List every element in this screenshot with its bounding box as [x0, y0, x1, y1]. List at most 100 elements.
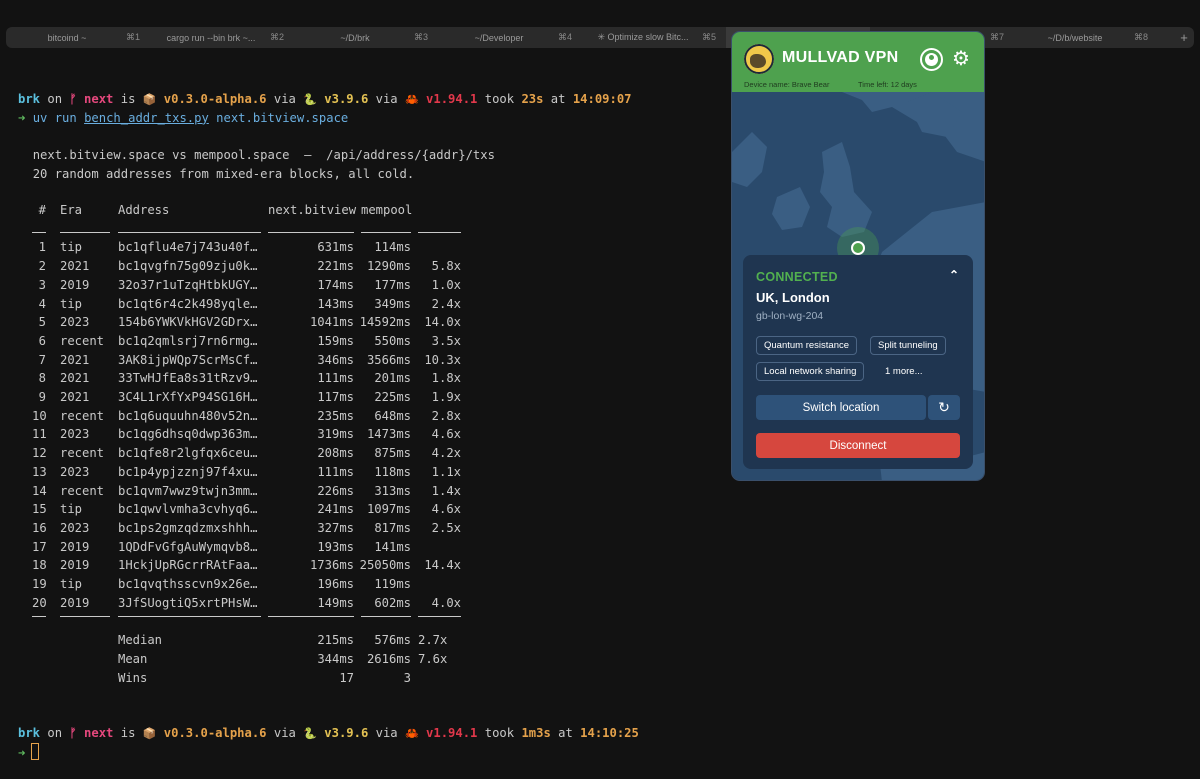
output-description: 20 random addresses from mixed-era block…	[18, 165, 632, 184]
device-name: Device name: Brave Bear	[744, 80, 830, 89]
row-era: tip	[60, 577, 83, 591]
row-address: bc1qwvlvmha3cvhyq6…	[118, 502, 258, 517]
prompt-text: took	[477, 726, 522, 740]
row-era: 2019	[60, 277, 90, 292]
row-address: 3JfSUogtiQ5xrtPHsW…	[118, 595, 258, 610]
row-num: 10	[32, 408, 47, 423]
more-features-link[interactable]: 1 more...	[885, 366, 923, 377]
row-num: 20	[32, 595, 47, 610]
row-mempool: 817ms	[374, 520, 411, 535]
row-address: 1QDdFvGfgAuWymqvb8…	[118, 539, 258, 554]
feature-chip-split-tunneling[interactable]: Split tunneling	[870, 336, 946, 355]
tab-label: ~/D/brk	[340, 32, 370, 43]
row-speedup: 1.1x	[431, 464, 461, 479]
table-row: 16 2023 bc1ps2gmzqdzmxshhh… 327ms 817ms 2.5x	[32, 521, 472, 540]
row-speedup: 1.4x	[431, 483, 461, 498]
tab-5[interactable]: ✳ Optimize slow Bitc... ⌘5	[582, 27, 726, 48]
table-row: 17 2019 1QDdFvGfgAuWymqvb8… 193ms 141ms	[32, 540, 472, 559]
input-line[interactable]: ➜	[18, 742, 639, 762]
row-num: 12	[32, 446, 47, 461]
row-num: 17	[32, 539, 47, 554]
header-num: #	[38, 203, 46, 217]
row-speedup: 4.6x	[431, 502, 461, 517]
row-era: 2023	[60, 520, 90, 535]
table-row: 2 2021 bc1qvgfn75g09zju0k… 221ms 1290ms 5.8x	[32, 259, 472, 278]
row-address: bc1qvgfn75g09zju0k…	[118, 259, 258, 274]
prompt-branch: next	[84, 92, 114, 106]
tab-3[interactable]: ~/D/brk ⌘3	[294, 27, 438, 48]
row-address: bc1qvm7wwz9twjn3mm…	[118, 483, 258, 498]
row-mempool: 1097ms	[366, 502, 411, 517]
summary-mempool: 576ms	[374, 633, 411, 648]
gear-icon[interactable]: ⚙	[952, 46, 970, 71]
row-num: 2	[38, 259, 46, 274]
mullvad-vpn-window: MULLVAD VPN ⚙ Device name: Brave Bear Ti…	[731, 31, 985, 481]
row-address: 3C4L1rXfYxP94SG16H…	[118, 390, 258, 404]
row-mempool: 875ms	[374, 446, 411, 461]
row-speedup: 4.0x	[431, 595, 461, 610]
prompt-branch: next	[84, 726, 114, 740]
tab-8[interactable]: ~/D/b/website ⌘8	[1014, 27, 1158, 48]
row-num: 9	[38, 390, 46, 404]
header-era: Era	[60, 203, 83, 217]
chevron-up-icon[interactable]: ⌃	[949, 268, 959, 282]
row-mempool: 313ms	[374, 483, 411, 498]
disconnect-button[interactable]: Disconnect	[756, 433, 960, 458]
row-era: 2021	[60, 390, 90, 404]
tab-label: cargo run --bin brk ~...	[166, 32, 256, 43]
row-mempool: 201ms	[374, 371, 411, 386]
row-mempool: 177ms	[374, 277, 411, 292]
row-speedup: 5.8x	[431, 259, 461, 274]
row-next-bitview: 221ms	[317, 259, 354, 274]
summary-next-bitview: 215ms	[317, 633, 354, 648]
tab-shortcut: ⌘3	[413, 32, 428, 42]
row-next-bitview: 159ms	[317, 333, 354, 348]
row-era: recent	[60, 446, 105, 461]
location-marker-icon	[851, 241, 865, 255]
prompt-text: via	[368, 726, 405, 740]
tab-shortcut: ⌘8	[1133, 32, 1148, 42]
feature-chip-quantum[interactable]: Quantum resistance	[756, 336, 858, 355]
command-name: uv	[32, 110, 48, 125]
row-address: bc1qg6dhsq0dwp363m…	[118, 427, 258, 442]
prompt-time: 14:09:07	[572, 92, 632, 106]
prompt-time: 14:10:25	[580, 726, 639, 740]
tab-1[interactable]: bitcoind ~ ⌘1	[6, 27, 150, 48]
table-row: 6 recent bc1q2qmlsrj7rn6rmg… 159ms 550ms 3.5x	[32, 334, 472, 353]
reconnect-button[interactable]: ↻	[928, 395, 960, 420]
connection-panel: CONNECTED ⌃ UK, London gb-lon-wg-204 Qua…	[743, 255, 973, 469]
server-name: gb-lon-wg-204	[756, 310, 824, 322]
row-next-bitview: 196ms	[317, 577, 354, 591]
command-script-link[interactable]: bench_addr_txs.py	[84, 111, 209, 125]
row-mempool: 118ms	[374, 464, 411, 479]
row-speedup: 4.6x	[431, 427, 461, 442]
row-speedup: 1.8x	[431, 371, 461, 386]
feature-chip-local-network[interactable]: Local network sharing	[756, 362, 865, 381]
tab-2[interactable]: cargo run --bin brk ~... ⌘2	[150, 27, 294, 48]
table-row: 15 tip bc1qwvlvmha3cvhyq6… 241ms 1097ms 4.6x	[32, 502, 472, 521]
row-mempool: 648ms	[374, 408, 411, 423]
tab-4[interactable]: ~/Developer ⌘4	[438, 27, 582, 48]
row-address: bc1p4ypjzznj97f4xu…	[118, 464, 258, 479]
header-mempool: mempool	[361, 203, 413, 217]
row-mempool: 3566ms	[366, 352, 411, 367]
row-address: bc1q6uquuhn480v52n…	[118, 408, 258, 423]
table-rule	[361, 616, 411, 618]
terminal-output: brk on ᚠ next is 📦 v0.3.0-alpha.6 via 🐍 …	[18, 90, 632, 183]
table-row: 13 2023 bc1p4ypjzznj97f4xu… 111ms 118ms 1.1x	[32, 465, 472, 484]
row-next-bitview: 1736ms	[309, 558, 354, 573]
row-mempool: 119ms	[374, 577, 411, 591]
refresh-icon: ↻	[938, 399, 950, 415]
row-era: 2021	[60, 352, 90, 367]
row-num: 7	[38, 352, 46, 367]
new-tab-button[interactable]: +	[1174, 27, 1194, 48]
row-address: 32o37r1uTzqHtbkUGY…	[118, 277, 258, 292]
row-speedup: 2.4x	[431, 296, 461, 311]
connection-status: CONNECTED	[756, 270, 838, 284]
table-rule	[418, 232, 461, 234]
summary-next-bitview: 344ms	[317, 651, 354, 666]
row-era: recent	[60, 408, 105, 423]
account-icon[interactable]	[920, 48, 943, 71]
git-branch-icon: ᚠ	[69, 726, 77, 740]
switch-location-button[interactable]: Switch location	[756, 395, 926, 420]
